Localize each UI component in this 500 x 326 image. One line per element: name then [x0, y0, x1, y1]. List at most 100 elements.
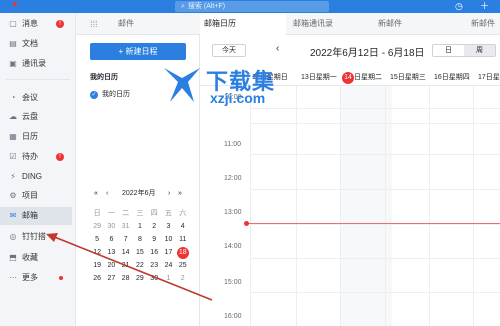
date-cell[interactable]: 11 [176, 233, 190, 246]
today-button[interactable]: 今天 [212, 44, 246, 57]
nav-item-more[interactable]: ⋯ 更多 [0, 269, 72, 287]
project-icon: ⚙ [9, 191, 17, 200]
watermark: 下载集 xzji.com [160, 62, 300, 108]
date-cell[interactable]: 24 [161, 259, 175, 272]
week-time-grid[interactable]: 10:00 11:00 12:00 13:00 14:00 15:00 16:0… [200, 86, 500, 326]
search-input[interactable]: ⌕ 搜索 (Alt+F) [175, 1, 329, 12]
tab-mail-calendar[interactable]: 邮箱日历 [200, 13, 286, 35]
date-cell[interactable]: 1 [161, 272, 175, 285]
hour-line [250, 292, 500, 293]
date-cell[interactable]: 22 [133, 259, 147, 272]
day-header-thu[interactable]: 16日星期四 [434, 70, 470, 86]
ding-icon: ⚡ [10, 172, 16, 181]
view-week-button[interactable]: 周 [464, 45, 495, 56]
my-calendar-item[interactable]: ✓ 我的日历 [90, 90, 130, 100]
mini-calendar-month: 2022年6月 [122, 190, 156, 197]
date-cell[interactable]: 17 [161, 246, 175, 259]
hour-line [250, 224, 500, 225]
nav-item-calendar[interactable]: ▦ 日历 [0, 128, 72, 146]
new-event-button[interactable]: + 新建日程 [90, 43, 186, 60]
date-cell[interactable]: 20 [104, 259, 118, 272]
date-cell[interactable]: 30 [147, 272, 161, 285]
cloud-drive-icon: ☁ [9, 112, 17, 121]
date-cell[interactable]: 15 [133, 246, 147, 259]
date-cell[interactable]: 14 [119, 246, 133, 259]
date-cell[interactable]: 4 [176, 220, 190, 233]
nav-item-ding[interactable]: ⚡ DING [0, 168, 72, 186]
time-label: 11:00 [224, 141, 241, 148]
tab-new-mail-1[interactable]: 新邮件 [378, 13, 438, 35]
grid-column-line [340, 86, 341, 326]
date-cell[interactable]: 13 [104, 246, 118, 259]
checkbox-checked-icon[interactable]: ✓ [90, 91, 98, 99]
date-cell[interactable]: 26 [90, 272, 104, 285]
date-cell[interactable]: 10 [161, 233, 175, 246]
add-icon[interactable]: ＋ [480, 0, 489, 13]
day-header-mon[interactable]: 13日星期一 [301, 70, 337, 86]
current-time-line [246, 223, 500, 224]
history-icon[interactable]: ◷ [455, 0, 463, 13]
contacts-icon: ▣ [9, 59, 17, 68]
prev-year-icon[interactable]: « [94, 188, 98, 200]
next-month-icon[interactable]: › [168, 188, 170, 200]
nav-item-favorites[interactable]: ⬒ 收藏 [0, 249, 72, 267]
date-cell[interactable]: 28 [119, 272, 133, 285]
week-row: 29 30 31 1 2 3 4 [90, 220, 190, 233]
tab-new-mail-2[interactable]: 新邮件 [471, 13, 500, 35]
nav-item-project[interactable]: ⚙ 项目 [0, 187, 72, 205]
dingda-icon: ◎ [9, 232, 17, 241]
nav-item-dingda[interactable]: ◎ 钉钉搭 [0, 228, 72, 246]
nav-item-mail[interactable]: ✉ 邮箱 [0, 207, 72, 225]
time-label: 12:00 [224, 175, 242, 182]
date-cell[interactable]: 9 [147, 233, 161, 246]
tab-mail[interactable]: 邮件 [116, 13, 188, 35]
more-dot [59, 276, 63, 280]
time-label: 15:00 [224, 279, 242, 286]
date-cell[interactable]: 3 [161, 220, 175, 233]
weekday-label: 二 [122, 210, 130, 217]
date-cell[interactable]: 30 [104, 220, 118, 233]
date-cell[interactable]: 1 [133, 220, 147, 233]
tab-mail-contacts[interactable]: 邮箱通讯录 [291, 13, 366, 35]
view-day-button[interactable]: 日 [433, 45, 464, 56]
top-bar: ⌕ 搜索 (Alt+F) ◷ ＋ [0, 0, 500, 13]
date-cell[interactable]: 21 [119, 259, 133, 272]
date-cell[interactable]: 25 [176, 259, 190, 272]
prev-week-icon[interactable]: ‹ [276, 43, 279, 54]
date-cell[interactable]: 29 [133, 272, 147, 285]
apps-grid-icon[interactable]: ⁞⁞⁞ [90, 13, 98, 35]
weekday-label: 日 [93, 210, 101, 217]
nav-item-contacts[interactable]: ▣ 通讯录 [0, 55, 72, 73]
day-header-tue[interactable]: 14 日星期二 [342, 70, 382, 86]
hour-line [250, 258, 500, 259]
date-cell[interactable]: 29 [90, 220, 104, 233]
date-cell[interactable]: 23 [147, 259, 161, 272]
nav-item-docs[interactable]: ▤ 文档 [0, 35, 72, 53]
date-cell[interactable]: 27 [104, 272, 118, 285]
date-cell[interactable]: 6 [104, 233, 118, 246]
date-cell[interactable]: 19 [90, 259, 104, 272]
date-cell[interactable]: 7 [119, 233, 133, 246]
day-header-wed[interactable]: 15日星期三 [390, 70, 426, 86]
notification-dot [13, 2, 17, 6]
mini-calendar-header: « ‹ 2022年6月 › » [90, 188, 190, 200]
document-icon: ▤ [9, 39, 17, 48]
favorites-icon: ⬒ [9, 253, 17, 262]
day-header-fri[interactable]: 17日星期五 [478, 70, 500, 86]
date-cell[interactable]: 2 [147, 220, 161, 233]
date-cell-today[interactable]: 18 [176, 246, 190, 259]
date-cell[interactable]: 31 [119, 220, 133, 233]
nav-item-meeting[interactable]: ◔ 会议 [0, 89, 72, 107]
date-cell[interactable]: 5 [90, 233, 104, 246]
date-cell[interactable]: 16 [147, 246, 161, 259]
nav-item-messages[interactable]: ▢ 消息 ! [0, 15, 72, 33]
date-cell[interactable]: 8 [133, 233, 147, 246]
nav-item-todo[interactable]: ☑ 待办 ! [0, 148, 72, 166]
grid-column-line [296, 86, 297, 326]
next-year-icon[interactable]: » [178, 188, 182, 200]
nav-item-cloud[interactable]: ☁ 云盘 [0, 108, 72, 126]
prev-month-icon[interactable]: ‹ [106, 188, 108, 200]
date-cell[interactable]: 12 [90, 246, 104, 259]
week-row: 19 20 21 22 23 24 25 [90, 259, 190, 272]
date-cell[interactable]: 2 [176, 272, 190, 285]
